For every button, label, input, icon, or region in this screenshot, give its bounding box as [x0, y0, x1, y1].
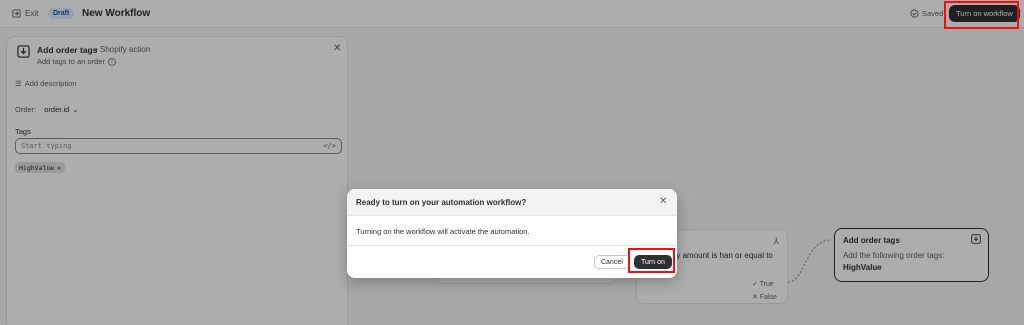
- cancel-button[interactable]: Cancel: [594, 255, 630, 269]
- close-icon[interactable]: ✕: [659, 196, 667, 207]
- turn-on-button[interactable]: Turn on: [634, 255, 672, 269]
- modal-title: Ready to turn on your automation workflo…: [356, 198, 527, 207]
- turn-on-modal: Ready to turn on your automation workflo…: [347, 189, 677, 278]
- modal-header: Ready to turn on your automation workflo…: [347, 189, 677, 216]
- modal-body: Turning on the workflow will activate th…: [356, 227, 530, 236]
- modal-footer: Cancel Turn on: [347, 245, 677, 278]
